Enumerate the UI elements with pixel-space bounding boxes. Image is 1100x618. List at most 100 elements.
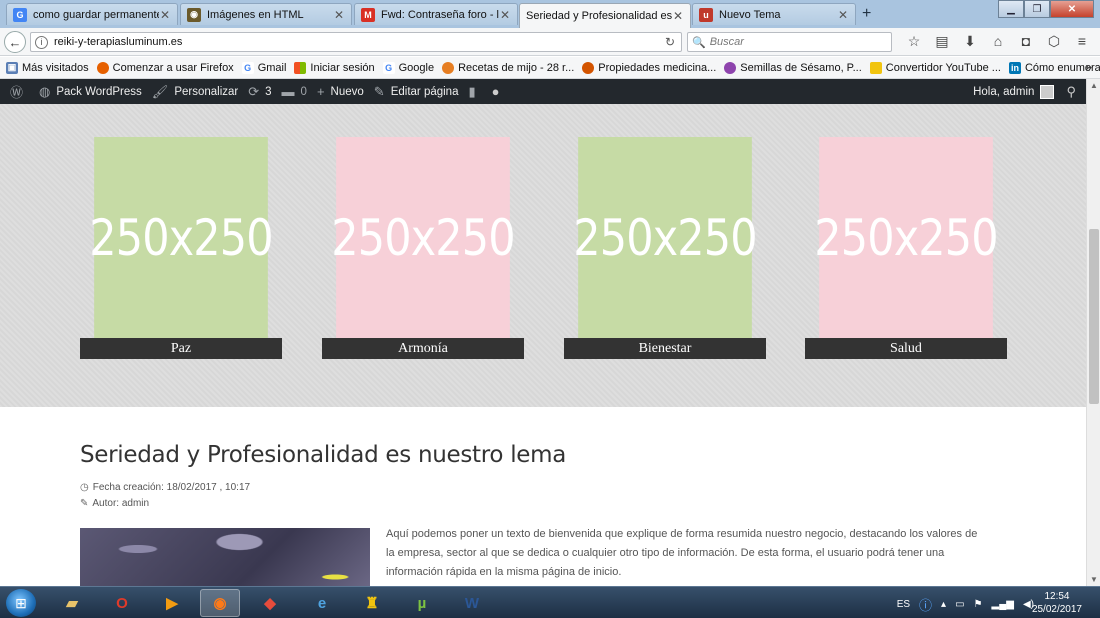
post-thumbnail[interactable] <box>80 528 370 586</box>
brush-icon: 🖌 <box>151 83 169 99</box>
seed-icon <box>724 61 737 74</box>
tab-0[interactable]: G como guardar permanente... ✕ <box>6 3 178 25</box>
greeting-label: Hola, admin <box>973 85 1035 98</box>
explorer-icon[interactable]: ▰ <box>52 589 92 617</box>
status-dot-icon[interactable]: ● <box>492 84 506 99</box>
wp-admin-bar: Ⓦ ◍ Pack WordPress 🖌 Personalizar ⟳ 3 ▬ 0 + N… <box>0 79 1086 104</box>
game-icon[interactable]: ♜ <box>352 589 392 617</box>
wp-logo-button[interactable]: Ⓦ <box>10 82 29 101</box>
system-tray: ES ⓘ ▴ ▭ ⚑ ▂▄▆ ◀) <box>888 595 1034 614</box>
minimize-button[interactable]: ▁ <box>998 0 1024 18</box>
seo-icon[interactable]: ▮ <box>468 84 481 100</box>
bookmark-item[interactable]: Comenzar a usar Firefox <box>96 61 234 74</box>
site-name-link[interactable]: ◍ Pack WordPress <box>39 84 142 100</box>
tab-title: Nuevo Tema <box>719 8 781 21</box>
close-window-button[interactable]: ✕ <box>1050 0 1094 18</box>
vertical-scrollbar[interactable]: ▲ ▼ <box>1086 79 1100 586</box>
language-indicator[interactable]: ES <box>897 599 910 610</box>
app-icon[interactable]: ◆ <box>250 589 290 617</box>
foro-icon: u <box>699 7 713 22</box>
card-caption: Armonía <box>322 338 524 359</box>
feature-card[interactable]: 250x250 Armonía <box>322 137 524 359</box>
internet-explorer-icon[interactable]: e <box>302 589 342 617</box>
scroll-down-icon[interactable]: ▼ <box>1087 575 1100 584</box>
clock-date: 25/02/2017 <box>1031 604 1082 615</box>
tab-4[interactable]: u Nuevo Tema ✕ <box>692 3 856 25</box>
feature-card[interactable]: 250x250 Salud <box>805 137 1007 359</box>
bookmark-item[interactable]: Propiedades medicina... <box>582 61 716 74</box>
home-icon[interactable]: ⌂ <box>984 33 1012 50</box>
tab-title: Fwd: Contraseña foro - lu... <box>381 8 499 21</box>
tab-3-active[interactable]: Seriedad y Profesionalidad es n... ✕ <box>519 3 691 28</box>
chevron-right-icon[interactable]: » <box>1085 60 1092 74</box>
reading-list-icon[interactable]: ▤ <box>928 33 956 50</box>
utorrent-icon[interactable]: µ <box>402 589 442 617</box>
customize-link[interactable]: 🖌 Personalizar <box>152 84 238 100</box>
device-icon[interactable]: ▭ <box>955 599 964 610</box>
close-icon[interactable]: ✕ <box>837 8 849 22</box>
new-tab-button[interactable]: + <box>862 5 871 23</box>
opera-icon[interactable]: O <box>102 589 142 617</box>
chevron-up-icon[interactable]: ▴ <box>941 599 946 610</box>
bookmark-item[interactable]: Semillas de Sésamo, P... <box>724 61 862 74</box>
edit-page-link[interactable]: ✎ Editar página <box>374 84 459 100</box>
feature-card[interactable]: 250x250 Paz <box>80 137 282 359</box>
word-icon[interactable]: W <box>452 589 492 617</box>
media-player-icon[interactable]: ▶ <box>152 589 192 617</box>
reload-icon[interactable]: ↻ <box>665 35 681 49</box>
info-icon[interactable]: i <box>35 35 48 49</box>
comments-link[interactable]: ▬ 0 <box>282 84 307 99</box>
feature-card[interactable]: 250x250 Bienestar <box>564 137 766 359</box>
download-icon[interactable]: ⬇ <box>956 33 984 50</box>
card-caption: Bienestar <box>564 338 766 359</box>
menu-icon[interactable]: ≡ <box>1068 33 1096 50</box>
bookmark-star-icon[interactable]: ☆ <box>900 33 928 50</box>
close-icon[interactable]: ✕ <box>159 8 171 22</box>
placeholder-image: 250x250 <box>89 137 274 338</box>
microsoft-icon <box>294 61 307 74</box>
pocket-icon[interactable]: ◘ <box>1012 33 1040 50</box>
tab-1[interactable]: ◉ Imágenes en HTML ✕ <box>180 3 352 25</box>
firefox-icon[interactable]: ◉ <box>200 589 240 617</box>
close-icon[interactable]: ✕ <box>672 9 684 23</box>
bookmark-item[interactable]: Recetas de mijo - 28 r... <box>442 61 574 74</box>
close-icon[interactable]: ✕ <box>333 8 345 22</box>
bookmark-item[interactable]: G Gmail <box>241 61 286 74</box>
start-button[interactable]: ⊞ <box>6 589 36 617</box>
clock-icon: ◷ <box>80 482 89 493</box>
page-content: 250x250 Paz 250x250 Armonía 250x250 Bien… <box>0 104 1086 586</box>
comments-count: 0 <box>300 85 307 98</box>
tab-2[interactable]: M Fwd: Contraseña foro - lu... ✕ <box>354 3 518 25</box>
post-title[interactable]: Seriedad y Profesionalidad es nuestro le… <box>80 442 566 468</box>
tab-title: Imágenes en HTML <box>207 8 304 21</box>
extension-icon[interactable]: ⬡ <box>1040 33 1068 50</box>
bookmark-item[interactable]: Iniciar sesión <box>294 61 375 74</box>
scroll-up-icon[interactable]: ▲ <box>1087 81 1100 90</box>
avatar[interactable] <box>1040 84 1055 99</box>
feature-section: 250x250 Paz 250x250 Armonía 250x250 Bien… <box>0 104 1086 407</box>
bookmark-label: Semillas de Sésamo, P... <box>740 61 862 74</box>
flag-icon[interactable]: ⚑ <box>974 599 983 610</box>
bookmark-item[interactable]: G Google <box>382 61 434 74</box>
search-icon[interactable]: ⚲ <box>1066 84 1076 100</box>
admin-account[interactable]: Hola, admin ⚲ <box>973 79 1076 104</box>
google-icon: G <box>382 61 395 74</box>
bookmark-item[interactable]: Convertidor YouTube ... <box>869 61 1001 74</box>
new-content-link[interactable]: + Nuevo <box>317 84 364 99</box>
bookmark-item[interactable]: ▣ Más visitados <box>6 61 89 74</box>
back-button[interactable]: ← <box>4 31 26 53</box>
url-text[interactable]: reiki-y-terapiasluminum.es <box>54 36 665 48</box>
navigation-toolbar: ← i reiki-y-terapiasluminum.es ↻ 🔍 Busca… <box>0 28 1100 56</box>
scrollbar-thumb[interactable] <box>1089 229 1099 404</box>
close-icon[interactable]: ✕ <box>499 8 511 22</box>
network-icon[interactable]: ▂▄▆ <box>992 599 1014 610</box>
maximize-button[interactable]: ❐ <box>1024 0 1050 18</box>
updates-link[interactable]: ⟳ 3 <box>248 84 271 100</box>
window-controls: ▁ ❐ ✕ <box>998 0 1094 18</box>
google-icon: G <box>13 7 27 22</box>
url-bar[interactable]: i reiki-y-terapiasluminum.es ↻ <box>30 32 682 52</box>
search-input[interactable]: 🔍 Buscar <box>687 32 892 52</box>
clock[interactable]: 12:54 25/02/2017 <box>1032 590 1082 616</box>
firefox-icon <box>96 61 109 74</box>
help-icon[interactable]: ⓘ <box>919 595 932 614</box>
